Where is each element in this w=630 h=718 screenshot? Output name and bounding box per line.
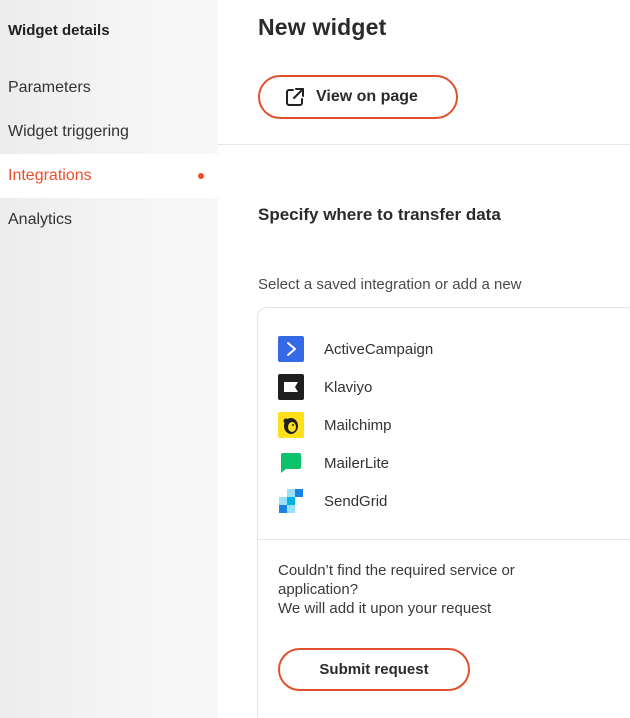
help-text: Couldn’t find the required service or ap… xyxy=(278,561,608,618)
integration-label: SendGrid xyxy=(324,492,388,510)
mailerlite-icon xyxy=(278,450,304,476)
main-panel: New widget View on page Specify where to… xyxy=(218,0,630,718)
klaviyo-icon xyxy=(278,374,304,400)
section-title: Specify where to transfer data xyxy=(258,205,501,224)
integration-item-mailchimp[interactable]: Mailchimp xyxy=(278,412,392,438)
integration-label: MailerLite xyxy=(324,454,390,472)
integration-item-mailerlite[interactable]: MailerLite xyxy=(278,450,389,476)
sidebar-item-integrations[interactable]: Integrations xyxy=(0,154,218,198)
sidebar-title: Widget details xyxy=(8,22,110,39)
sidebar-item-label: Widget triggering xyxy=(8,123,129,140)
integration-label: Mailchimp xyxy=(324,416,392,434)
sidebar-item-label: Analytics xyxy=(8,211,73,228)
integration-item-activecampaign[interactable]: ActiveCampaign xyxy=(278,336,433,362)
integrations-card: ActiveCampaign Klaviyo Mailchimp MailerL… xyxy=(257,307,630,718)
header-divider xyxy=(218,144,630,145)
submit-request-button[interactable]: Submit request xyxy=(278,648,470,691)
integration-label: ActiveCampaign xyxy=(324,340,434,358)
integration-label: Klaviyo xyxy=(324,378,373,396)
external-link-icon xyxy=(284,86,306,108)
sidebar-item-parameters[interactable]: Parameters xyxy=(0,66,218,110)
sidebar: Widget details Parameters Widget trigger… xyxy=(0,0,218,718)
integration-subtitle: Select a saved integration or add a new xyxy=(258,276,522,293)
active-indicator-dot xyxy=(198,173,204,179)
activecampaign-icon xyxy=(278,336,304,362)
integration-item-klaviyo[interactable]: Klaviyo xyxy=(278,374,372,400)
sidebar-item-widget-triggering[interactable]: Widget triggering xyxy=(0,110,218,154)
sidebar-item-label: Integrations xyxy=(8,167,92,184)
submit-request-label: Submit request xyxy=(319,661,429,678)
help-text-line: Couldn’t find the required service or xyxy=(278,562,515,579)
page-title: New widget xyxy=(258,14,387,40)
integration-item-sendgrid[interactable]: SendGrid xyxy=(278,488,387,514)
sendgrid-icon xyxy=(278,488,304,514)
help-text-line: application? xyxy=(278,581,359,598)
view-on-page-label: View on page xyxy=(316,88,418,105)
help-text-line: We will add it upon your request xyxy=(278,600,492,617)
sidebar-item-analytics[interactable]: Analytics xyxy=(0,198,218,242)
mailchimp-icon xyxy=(278,412,304,438)
view-on-page-button[interactable]: View on page xyxy=(258,75,458,119)
card-divider xyxy=(258,539,630,540)
sidebar-item-label: Parameters xyxy=(8,79,91,96)
